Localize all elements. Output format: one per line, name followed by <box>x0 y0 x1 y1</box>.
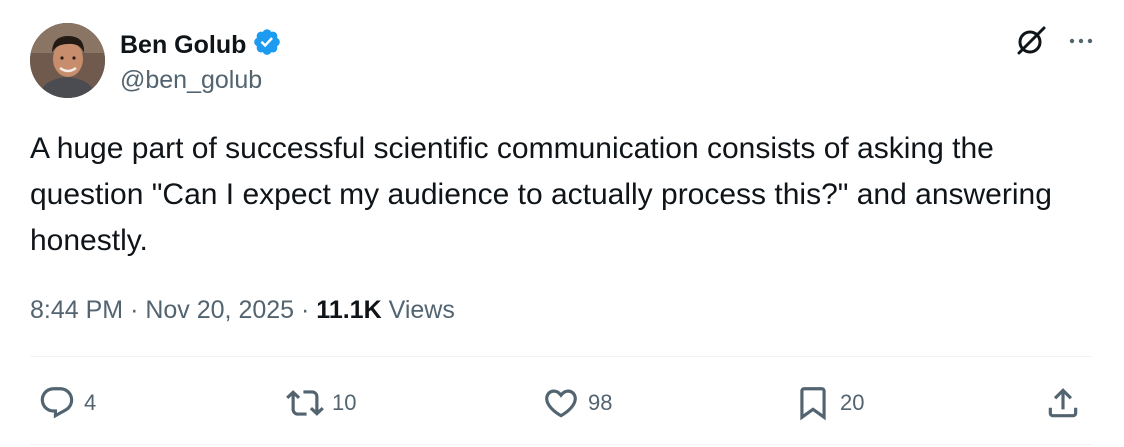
tweet-meta: 8:44 PM · Nov 20, 2025 · 11.1K Views <box>30 290 455 330</box>
author-handle[interactable]: @ben_golub <box>120 64 262 96</box>
meta-separator: · <box>301 296 310 324</box>
views-label: Views <box>388 296 455 324</box>
bottom-divider <box>30 444 1092 445</box>
tweet-date[interactable]: Nov 20, 2025 <box>145 296 294 324</box>
tweet-top-actions <box>1014 24 1096 58</box>
repost-count: 10 <box>332 390 357 415</box>
reply-button[interactable]: 4 <box>38 378 96 428</box>
reply-icon <box>40 387 74 419</box>
views-count: 11.1K <box>316 296 382 324</box>
reply-count: 4 <box>84 390 97 415</box>
repost-icon <box>286 390 324 416</box>
share-icon <box>1048 388 1078 418</box>
tweet-actions: 4 10 98 20 <box>30 378 1092 428</box>
divider <box>30 356 1092 357</box>
author-name-row: Ben Golub <box>120 27 282 62</box>
bookmark-count: 20 <box>840 390 865 415</box>
meta-separator: · <box>130 296 139 324</box>
repost-button[interactable]: 10 <box>286 378 356 428</box>
bookmark-button[interactable]: 20 <box>794 378 864 428</box>
like-count: 98 <box>588 390 613 415</box>
verified-badge-icon[interactable] <box>252 27 282 62</box>
bookmark-icon <box>800 387 826 421</box>
more-icon[interactable] <box>1066 26 1096 56</box>
tweet-time[interactable]: 8:44 PM <box>30 296 123 324</box>
grok-icon[interactable] <box>1014 24 1048 58</box>
author-name[interactable]: Ben Golub <box>120 30 246 60</box>
like-icon <box>545 389 577 418</box>
avatar-photo <box>30 23 105 98</box>
like-button[interactable]: 98 <box>542 378 612 428</box>
tweet-text: A huge part of successful scientific com… <box>30 132 1052 257</box>
share-button[interactable] <box>1044 378 1082 428</box>
avatar[interactable] <box>30 23 105 98</box>
